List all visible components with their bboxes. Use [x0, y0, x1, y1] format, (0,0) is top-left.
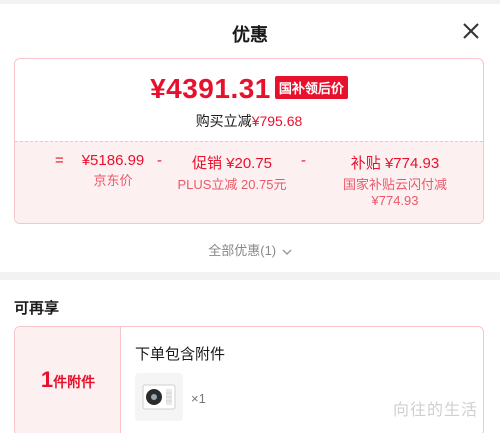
- promo-value: 促销 ¥20.75: [191, 155, 273, 172]
- minus-sign-2: -: [301, 152, 306, 169]
- discount-summary: 购买立减¥795.68: [15, 111, 483, 131]
- subsidy-value: 补贴 ¥774.93: [350, 155, 440, 172]
- jd-price-label: 京东价: [93, 173, 133, 188]
- jd-price-value: ¥5186.99: [81, 152, 145, 169]
- accessory-count-unit: 件附件: [53, 374, 96, 390]
- close-button[interactable]: [460, 20, 482, 42]
- promo-label: PLUS立减 20.75元: [177, 177, 287, 192]
- subsidy-price-badge: 国补领后价: [274, 75, 348, 99]
- page-title: 优惠: [232, 25, 268, 45]
- sheet-header: 优惠: [0, 14, 500, 52]
- all-promotions-toggle[interactable]: 全部优惠(1): [0, 240, 500, 259]
- price-breakdown: = ¥5186.99 京东价 - 促销 ¥20.75 PLUS立减 20.75元…: [15, 141, 483, 223]
- accessory-thumbnail[interactable]: [135, 373, 183, 421]
- final-price: ¥4391.31: [150, 73, 271, 104]
- accessory-quantity: ×1: [191, 391, 206, 406]
- accessory-detail: 下单包含附件 ×1: [135, 343, 226, 421]
- price-card: ¥4391.31 国补领后价 购买立减¥795.68 = ¥5186.99 京东价…: [14, 58, 484, 224]
- top-divider: [0, 0, 500, 4]
- close-icon: [463, 23, 479, 39]
- promo-cell: 促销 ¥20.75 PLUS立减 20.75元: [165, 152, 299, 193]
- accessory-count-panel: 1件附件: [15, 327, 121, 433]
- all-promotions-label: 全部优惠(1): [208, 243, 277, 258]
- accessory-title: 下单包含附件: [135, 346, 226, 363]
- jd-price-cell: ¥5186.99 京东价: [71, 152, 155, 189]
- price-card-top: ¥4391.31 国补领后价 购买立减¥795.68: [15, 59, 483, 141]
- section-title: 可再享: [14, 300, 60, 317]
- air-conditioner-outdoor-unit-icon: [142, 384, 176, 410]
- discount-amount: ¥795.68: [251, 113, 303, 129]
- watermark: 向往的生活: [392, 402, 478, 419]
- accessory-count: 1件附件: [15, 367, 121, 393]
- final-price-row: ¥4391.31 国补领后价: [15, 73, 483, 105]
- subsidy-label: 国家补贴云闪付减 ¥774.93: [315, 177, 475, 209]
- minus-sign-1: -: [157, 152, 162, 169]
- subsidy-cell: 补贴 ¥774.93 国家补贴云闪付减 ¥774.93: [315, 152, 475, 209]
- subsidy-label-line2: ¥774.93: [371, 193, 419, 208]
- chevron-down-icon: [282, 249, 292, 255]
- accessory-count-number: 1: [40, 367, 54, 392]
- discount-label: 购买立减: [195, 113, 252, 129]
- subsidy-label-line1: 国家补贴云闪付减: [342, 177, 447, 192]
- equals-sign: =: [55, 152, 64, 169]
- section-divider: [0, 272, 500, 280]
